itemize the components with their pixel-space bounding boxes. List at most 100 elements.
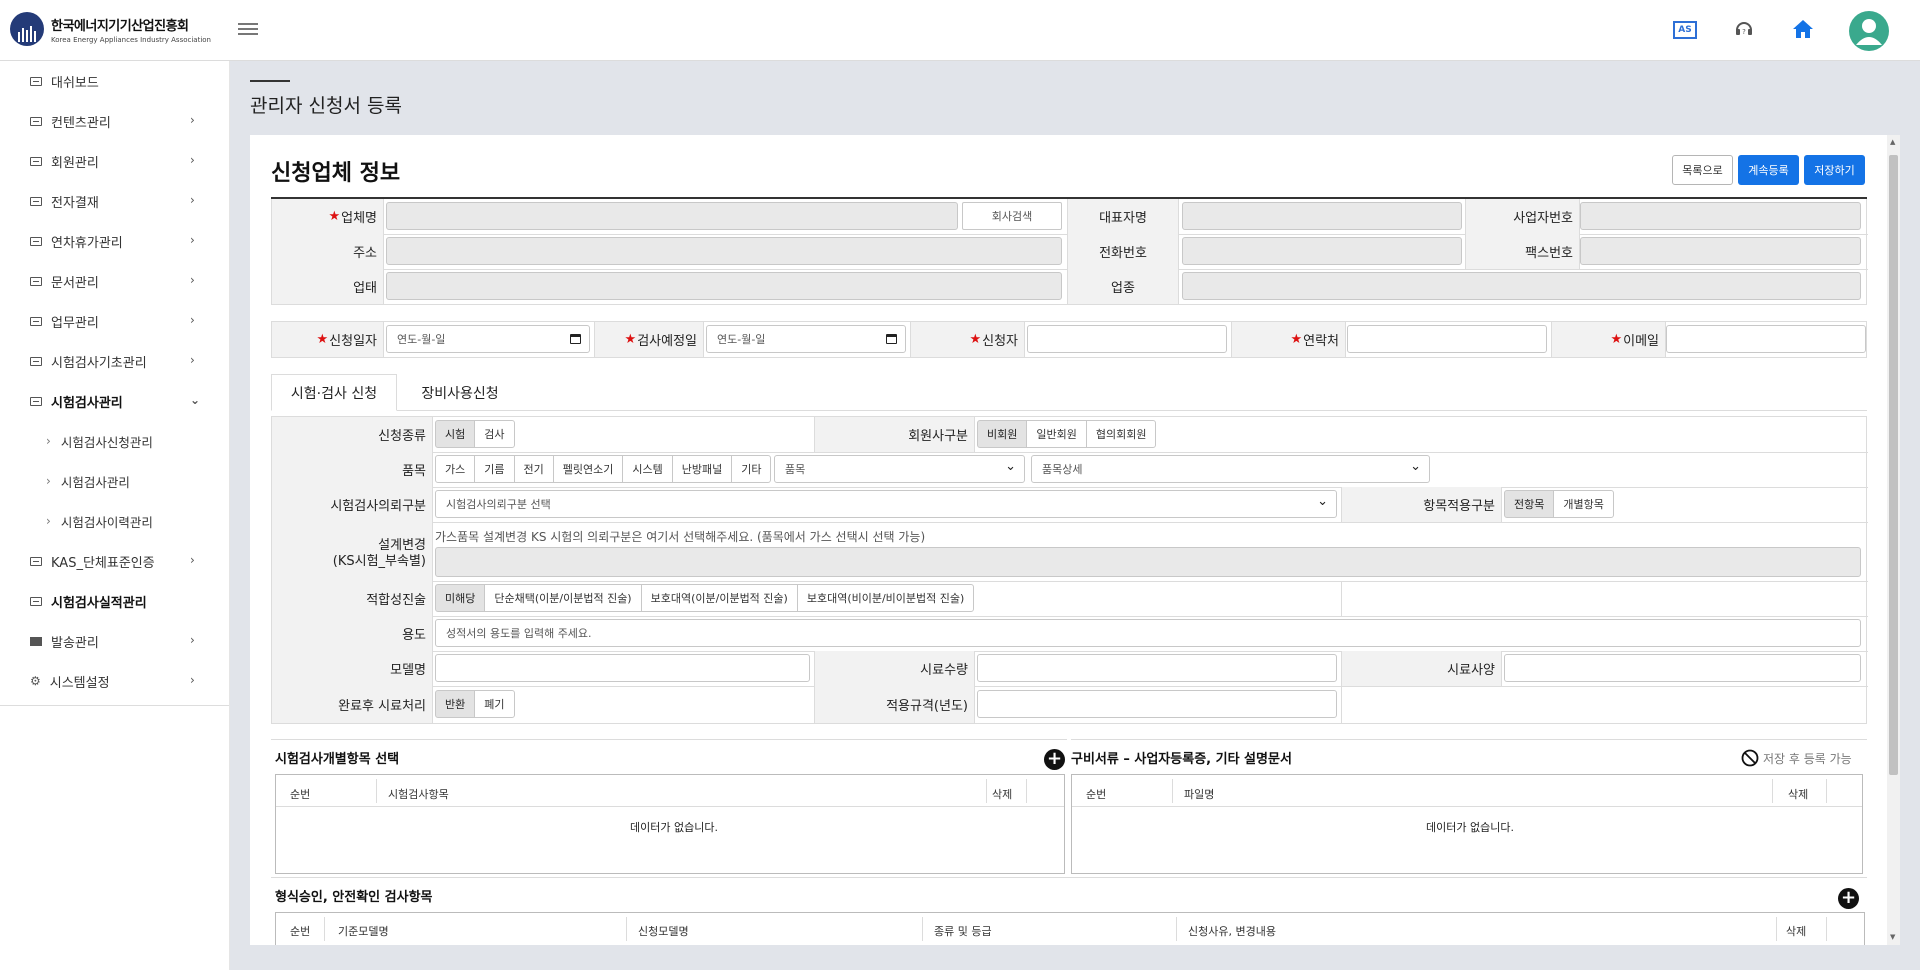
item-option-system[interactable]: 시스템 (622, 455, 673, 483)
sidebar-subitem-tests[interactable]: 시험검사관리 (0, 461, 229, 501)
sidebar-item-dashboard[interactable]: 대쉬보드 (0, 61, 229, 101)
tab-equipment[interactable]: 장비사용신청 (397, 374, 523, 411)
standard-input[interactable] (977, 690, 1337, 718)
as-icon[interactable]: AS (1673, 21, 1697, 39)
conformity-option-na[interactable]: 미해당 (435, 584, 486, 612)
sidebar-item-tasks[interactable]: 업무관리 › (0, 301, 229, 341)
conformity-option-guard-binary[interactable]: 보호대역(이분/이분법적 진술) (640, 584, 798, 612)
fax-input[interactable] (1580, 237, 1861, 265)
headset-icon[interactable]: ? (1733, 18, 1755, 40)
title-accent-bar (250, 80, 290, 82)
list-button[interactable]: 목록으로 (1672, 155, 1733, 185)
inspect-date-label: ★ 검사예정일 (594, 322, 704, 357)
after-option-discard[interactable]: 폐기 (474, 690, 515, 718)
item-option-oil[interactable]: 기름 (474, 455, 515, 483)
sidebar-subitem-requests[interactable]: 시험검사신청관리 (0, 421, 229, 461)
type-approval-title: 형식승인, 안전확인 검사항목 (275, 890, 433, 905)
monitor-icon (30, 396, 42, 406)
sidebar-item-test-results[interactable]: 시험검사실적관리 (0, 581, 229, 621)
contact-input[interactable] (1347, 325, 1547, 353)
scrollbar-thumb[interactable] (1889, 155, 1898, 775)
rep-name-input[interactable] (1182, 202, 1462, 230)
company-name-input[interactable] (386, 202, 958, 230)
sidebar-item-documents[interactable]: 문서관리 › (0, 261, 229, 301)
item-option-elec[interactable]: 전기 (513, 455, 554, 483)
apply-option-individual[interactable]: 개별항목 (1553, 490, 1614, 518)
member-option-general[interactable]: 일반회원 (1026, 420, 1087, 448)
apply-date-input[interactable]: 연도-월-일 (386, 325, 590, 353)
col-class-grade: 종류 및 등급 (934, 925, 992, 938)
design-change-select[interactable] (435, 547, 1861, 577)
request-type-select[interactable]: 시험검사의뢰구분 선택 (435, 490, 1337, 518)
scroll-down-icon[interactable]: ▼ (1890, 933, 1895, 941)
item-select[interactable]: 품목 (774, 455, 1025, 483)
usage-input[interactable]: 성적서의 용도를 입력해 주세요. (435, 619, 1861, 647)
item-option-pellet[interactable]: 펠릿연소기 (552, 455, 624, 483)
sidebar-item-shipping[interactable]: 발송관리 › (0, 621, 229, 661)
home-icon[interactable] (1791, 18, 1815, 40)
address-input[interactable] (386, 237, 1062, 265)
phone-input[interactable] (1182, 237, 1462, 265)
biztype-input[interactable] (386, 272, 1062, 300)
member-option-council[interactable]: 협의회회원 (1085, 420, 1157, 448)
card-title: 신청업체 정보 (271, 161, 401, 186)
item-option-panel[interactable]: 난방패널 (671, 455, 733, 483)
sidebar-subitem-history[interactable]: 시험검사이력관리 (0, 501, 229, 541)
sidebar-item-members[interactable]: 회원관리 › (0, 141, 229, 181)
avatar[interactable] (1849, 11, 1889, 51)
scroll-up-icon[interactable]: ▲ (1890, 138, 1895, 146)
item-option-etc[interactable]: 기타 (731, 455, 772, 483)
applicant-input[interactable] (1027, 325, 1227, 353)
item-detail-select[interactable]: 품목상세 (1031, 455, 1430, 483)
company-search-button[interactable]: 회사검색 (962, 202, 1062, 230)
type-option-inspect[interactable]: 검사 (474, 420, 515, 448)
add-individual-item-icon[interactable]: + (1044, 749, 1065, 770)
bizitem-input[interactable] (1182, 272, 1861, 300)
conformity-option-guard-nonbinary[interactable]: 보호대역(비이분/비이분법적 진술) (796, 584, 975, 612)
top-header: 한국에너지기기산업진흥회 Korea Energy Appliances Ind… (0, 0, 1920, 61)
logo-subtitle: Korea Energy Appliances Industry Associa… (51, 35, 211, 44)
request-type-label: 시험검사의뢰구분 (272, 487, 433, 522)
hamburger-menu-icon[interactable] (238, 20, 258, 38)
sample-spec-input[interactable] (1504, 654, 1861, 682)
sidebar-item-leave[interactable]: 연차휴가관리 › (0, 221, 229, 261)
card-scrollbar[interactable]: ▲ ▼ (1887, 135, 1900, 945)
sidebar-item-system[interactable]: ⚙ 시스템설정 › (0, 661, 229, 701)
sidebar-item-label: 발송관리 (51, 635, 99, 651)
envelope-icon (30, 636, 42, 646)
monitor-icon (30, 276, 42, 286)
member-label: 회원사구분 (814, 417, 975, 452)
sidebar-item-label: 전자결재 (51, 195, 99, 211)
sidebar-item-test-manage[interactable]: 시험검사관리 ⌄ (0, 381, 229, 421)
sidebar-item-approval[interactable]: 전자결재 › (0, 181, 229, 221)
conformity-option-simple[interactable]: 단순채택(이분/이분법적 진술) (484, 584, 642, 612)
continue-register-button[interactable]: 계속등록 (1738, 155, 1799, 185)
sidebar-item-label: 시험검사실적관리 (51, 595, 147, 611)
col-apply-model: 신청모델명 (638, 925, 689, 938)
after-process-segment: 반환 폐기 (435, 690, 515, 718)
model-label: 모델명 (272, 651, 433, 686)
type-option-test[interactable]: 시험 (435, 420, 476, 448)
sidebar: 대쉬보드 컨텐츠관리 › 회원관리 › 전자결재 › 연차휴가관리 › 문서관리 › 업무… (0, 61, 230, 970)
calendar-icon[interactable] (570, 334, 581, 344)
model-input[interactable] (435, 654, 810, 682)
item-option-gas[interactable]: 가스 (435, 455, 476, 483)
apply-option-all[interactable]: 전항목 (1504, 490, 1555, 518)
add-type-approval-icon[interactable]: + (1838, 888, 1859, 909)
save-button[interactable]: 저장하기 (1804, 155, 1865, 185)
logo[interactable]: 한국에너지기기산업진흥회 Korea Energy Appliances Ind… (10, 12, 211, 46)
tab-test-request[interactable]: 시험·검사 신청 (271, 374, 397, 411)
form-card: 신청업체 정보 목록으로 계속등록 저장하기 ★ 업체명 회사검색 대표자명 사업… (250, 135, 1900, 945)
email-input[interactable] (1666, 325, 1866, 353)
inspect-date-input[interactable]: 연도-월-일 (706, 325, 906, 353)
col-test-item: 시험검사항목 (388, 788, 449, 801)
after-option-return[interactable]: 반환 (435, 690, 476, 718)
calendar-icon[interactable] (886, 334, 897, 344)
sample-qty-input[interactable] (977, 654, 1337, 682)
sidebar-item-kas[interactable]: KAS_단체표준인증 › (0, 541, 229, 581)
sidebar-item-test-basic[interactable]: 시험검사기초관리 › (0, 341, 229, 381)
bizno-input[interactable] (1580, 202, 1861, 230)
sidebar-item-label: KAS_단체표준인증 (51, 555, 155, 571)
sidebar-item-contents[interactable]: 컨텐츠관리 › (0, 101, 229, 141)
member-option-non[interactable]: 비회원 (977, 420, 1028, 448)
